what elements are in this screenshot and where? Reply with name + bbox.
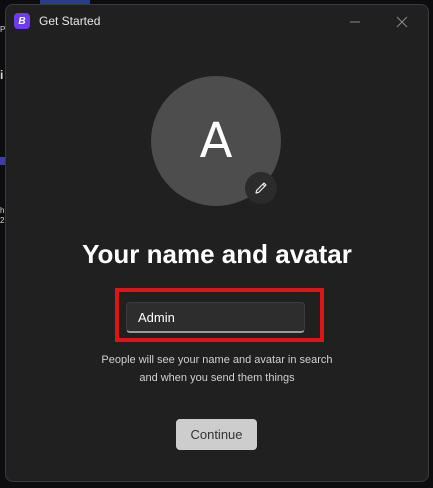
close-icon — [396, 16, 408, 28]
edit-avatar-button[interactable] — [245, 172, 277, 204]
helper-text-line: and when you send them things — [139, 372, 295, 384]
helper-text-line: People will see your name and avatar in … — [101, 354, 333, 366]
name-input[interactable] — [126, 302, 305, 333]
helper-text: People will see your name and avatar in … — [6, 351, 428, 387]
pencil-icon — [255, 182, 267, 194]
title-bar[interactable]: B Get Started — [6, 5, 428, 39]
close-button[interactable] — [391, 11, 413, 33]
background-text-fragment: h — [0, 206, 5, 215]
background-text-fragment: 2 — [0, 216, 5, 225]
background-text-fragment: i — [0, 68, 4, 82]
app-logo-icon: B — [14, 13, 30, 29]
page-title: Your name and avatar — [82, 239, 352, 269]
avatar-initial: A — [199, 113, 233, 169]
window-title: Get Started — [39, 14, 101, 28]
continue-button[interactable]: Continue — [176, 419, 257, 450]
minimize-button[interactable] — [344, 11, 366, 33]
minimize-icon — [350, 21, 360, 23]
get-started-dialog: B Get Started A Your name and avatar Peo… — [5, 4, 429, 482]
app-logo-letter: B — [18, 15, 26, 27]
